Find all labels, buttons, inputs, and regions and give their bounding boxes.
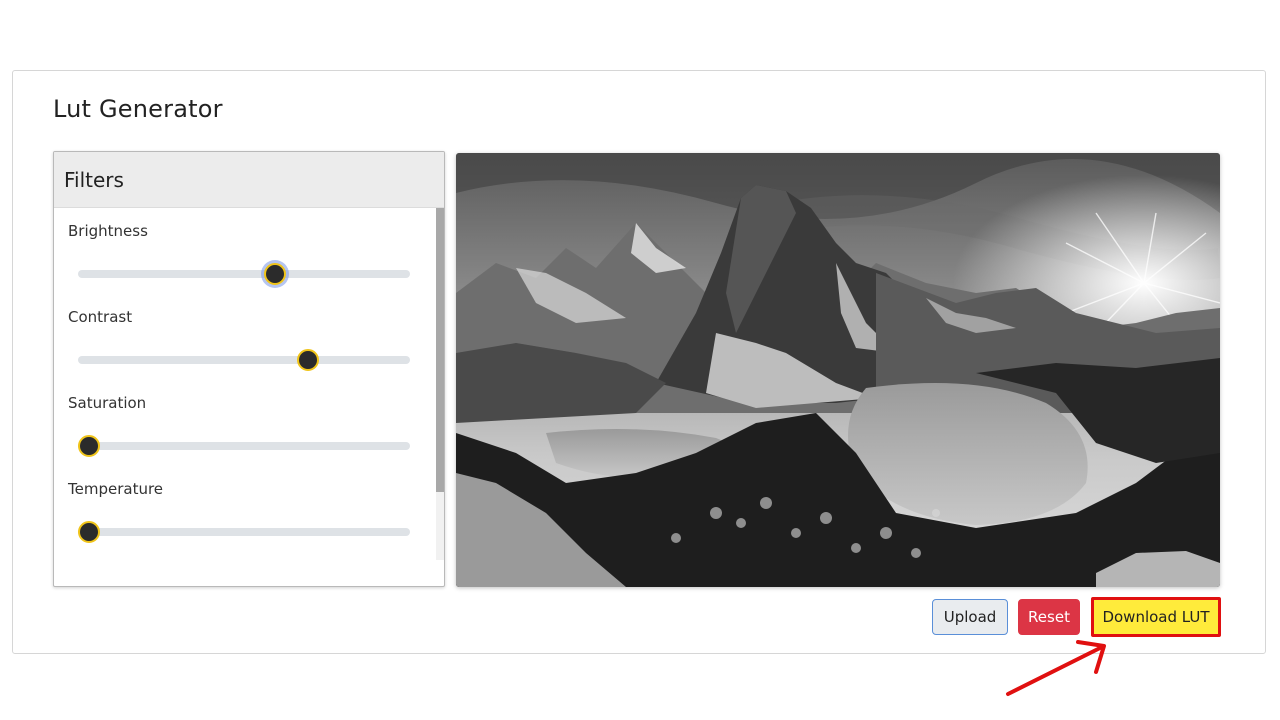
reset-button[interactable]: Reset — [1018, 599, 1080, 635]
lut-generator-card: Lut Generator Filters Brightness Contras… — [12, 70, 1266, 654]
contrast-slider-thumb[interactable] — [297, 349, 320, 371]
contrast-slider[interactable] — [78, 349, 410, 371]
filters-panel: Filters Brightness Contrast Saturation T… — [53, 151, 445, 587]
red-arrow-icon — [1006, 640, 1106, 696]
filters-scrollbar[interactable] — [436, 208, 444, 560]
filter-temperature: Temperature — [68, 466, 410, 552]
temperature-slider-thumb[interactable] — [78, 521, 100, 543]
filters-header: Filters — [54, 152, 444, 208]
filters-list[interactable]: Brightness Contrast Saturation Temperatu… — [54, 208, 444, 586]
landscape-photo-icon — [456, 153, 1220, 587]
filter-saturation: Saturation — [68, 380, 410, 466]
page-title: Lut Generator — [53, 95, 223, 123]
preview-image — [456, 153, 1220, 587]
brightness-slider-thumb[interactable] — [263, 263, 286, 285]
filter-label-contrast: Contrast — [68, 308, 133, 326]
filter-brightness: Brightness — [68, 208, 410, 294]
filter-label-temperature: Temperature — [68, 480, 164, 498]
filters-scrollbar-thumb[interactable] — [436, 208, 444, 492]
brightness-slider[interactable] — [78, 263, 410, 285]
filter-label-saturation: Saturation — [68, 394, 147, 412]
temperature-slider[interactable] — [78, 521, 410, 543]
filter-label-brightness: Brightness — [68, 222, 148, 240]
saturation-slider-thumb[interactable] — [78, 435, 100, 457]
upload-button[interactable]: Upload — [932, 599, 1008, 635]
filter-contrast: Contrast — [68, 294, 410, 380]
saturation-slider[interactable] — [78, 435, 410, 457]
download-lut-button[interactable]: Download LUT — [1091, 597, 1221, 637]
